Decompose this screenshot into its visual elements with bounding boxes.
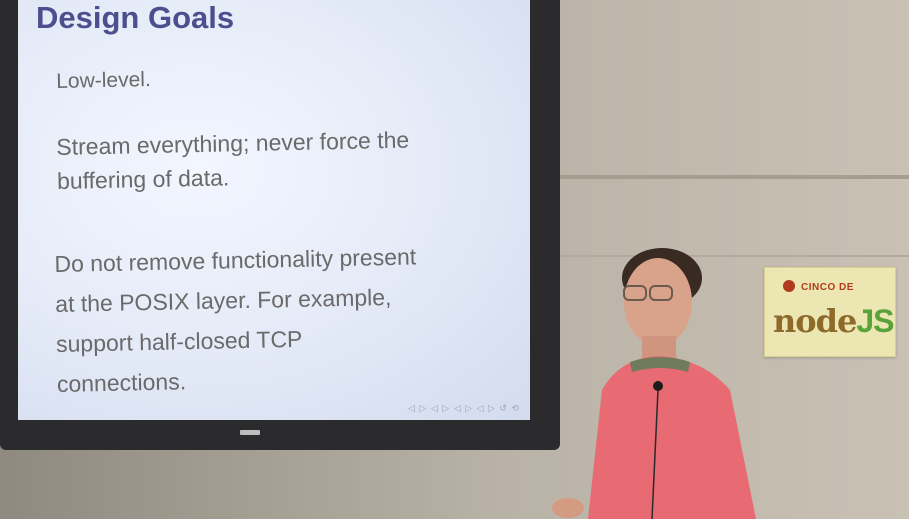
- projection-screen: Design Goals Low-level. Stream everythin…: [0, 0, 560, 450]
- sticker-badge-icon: [783, 280, 795, 292]
- sticker-logo-js: JS: [856, 303, 894, 339]
- slide: Design Goals Low-level. Stream everythin…: [18, 0, 530, 420]
- slide-navigation-icons: ◁ ▷ ◁ ▷ ◁ ▷ ◁ ▷ ↺ ⟲: [408, 403, 520, 413]
- nodejs-sticker: CINCO DE nodeJS: [764, 267, 896, 357]
- slide-title: Design Goals: [36, 0, 235, 35]
- slide-bullet: Stream everything; never force the buffe…: [56, 126, 410, 194]
- slide-bullet: Low-level.: [56, 68, 152, 93]
- sticker-logo-node: node: [773, 302, 857, 340]
- sticker-caption: CINCO DE: [801, 282, 854, 293]
- speaker: [552, 248, 756, 519]
- screen-logo: [240, 430, 260, 435]
- sticker-logo: nodeJS: [773, 302, 894, 340]
- wall-panel-seam: [560, 175, 909, 179]
- slide-bullet: Do not remove functionality present at t…: [54, 243, 417, 397]
